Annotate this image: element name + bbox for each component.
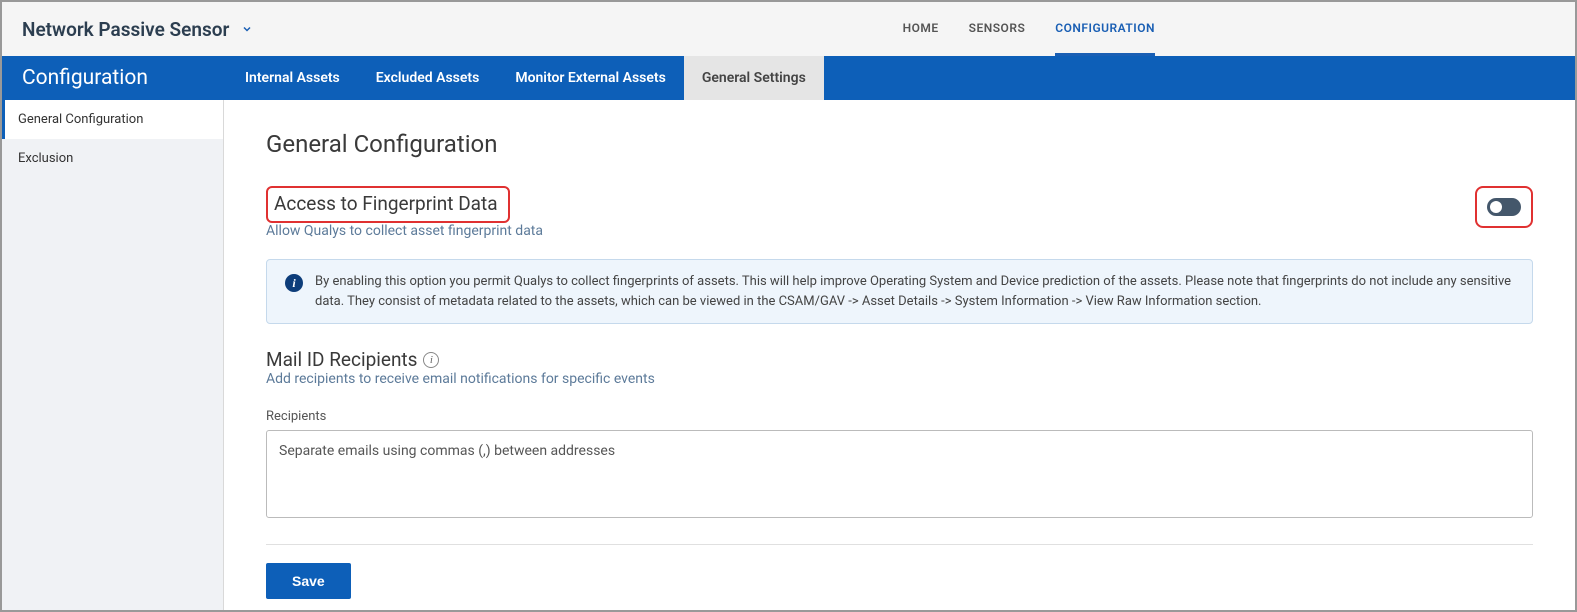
sidebar: General Configuration Exclusion	[2, 100, 224, 610]
nav-sensors[interactable]: SENSORS	[969, 3, 1026, 56]
tab-general-settings[interactable]: General Settings	[684, 56, 824, 100]
nav-configuration[interactable]: CONFIGURATION	[1055, 3, 1155, 56]
top-nav: HOME SENSORS CONFIGURATION	[903, 3, 1155, 56]
sidebar-item-exclusion[interactable]: Exclusion	[2, 139, 223, 178]
mail-heading: Mail ID Recipients	[266, 348, 417, 371]
fingerprint-heading-wrap: Access to Fingerprint Data Allow Qualys …	[266, 186, 543, 253]
blue-header: Configuration Internal Assets Excluded A…	[2, 56, 1575, 100]
fingerprint-subtext: Allow Qualys to collect asset fingerprin…	[266, 223, 543, 239]
recipients-label: Recipients	[266, 409, 1533, 424]
recipients-input[interactable]	[266, 430, 1533, 518]
app-title: Network Passive Sensor	[22, 18, 229, 41]
fingerprint-toggle-highlight	[1475, 186, 1533, 228]
content: General Configuration Access to Fingerpr…	[224, 100, 1575, 610]
tab-monitor-external[interactable]: Monitor External Assets	[497, 56, 684, 100]
sub-nav: Internal Assets Excluded Assets Monitor …	[227, 56, 824, 100]
mail-heading-row: Mail ID Recipients i	[266, 348, 1533, 371]
app-selector[interactable]: Network Passive Sensor	[22, 18, 253, 41]
fingerprint-toggle[interactable]	[1487, 198, 1521, 216]
content-title: General Configuration	[266, 130, 1533, 158]
divider	[266, 544, 1533, 545]
toggle-knob	[1490, 201, 1502, 213]
nav-home[interactable]: HOME	[903, 3, 939, 56]
mail-subtext: Add recipients to receive email notifica…	[266, 371, 1533, 387]
chevron-down-icon	[241, 23, 253, 35]
fingerprint-header-row: Access to Fingerprint Data Allow Qualys …	[266, 186, 1533, 253]
page-heading: Configuration	[2, 66, 227, 90]
tab-internal-assets[interactable]: Internal Assets	[227, 56, 358, 100]
info-icon: i	[285, 274, 303, 292]
tab-excluded-assets[interactable]: Excluded Assets	[358, 56, 498, 100]
top-header: Network Passive Sensor HOME SENSORS CONF…	[2, 2, 1575, 56]
info-box: i By enabling this option you permit Qua…	[266, 259, 1533, 324]
fingerprint-heading-highlight: Access to Fingerprint Data	[266, 186, 510, 223]
sidebar-item-general-configuration[interactable]: General Configuration	[2, 100, 223, 139]
fingerprint-heading: Access to Fingerprint Data	[274, 192, 498, 215]
help-icon[interactable]: i	[423, 352, 439, 368]
info-text: By enabling this option you permit Qualy…	[315, 272, 1514, 311]
body-wrap: General Configuration Exclusion General …	[2, 100, 1575, 610]
save-button[interactable]: Save	[266, 563, 351, 599]
